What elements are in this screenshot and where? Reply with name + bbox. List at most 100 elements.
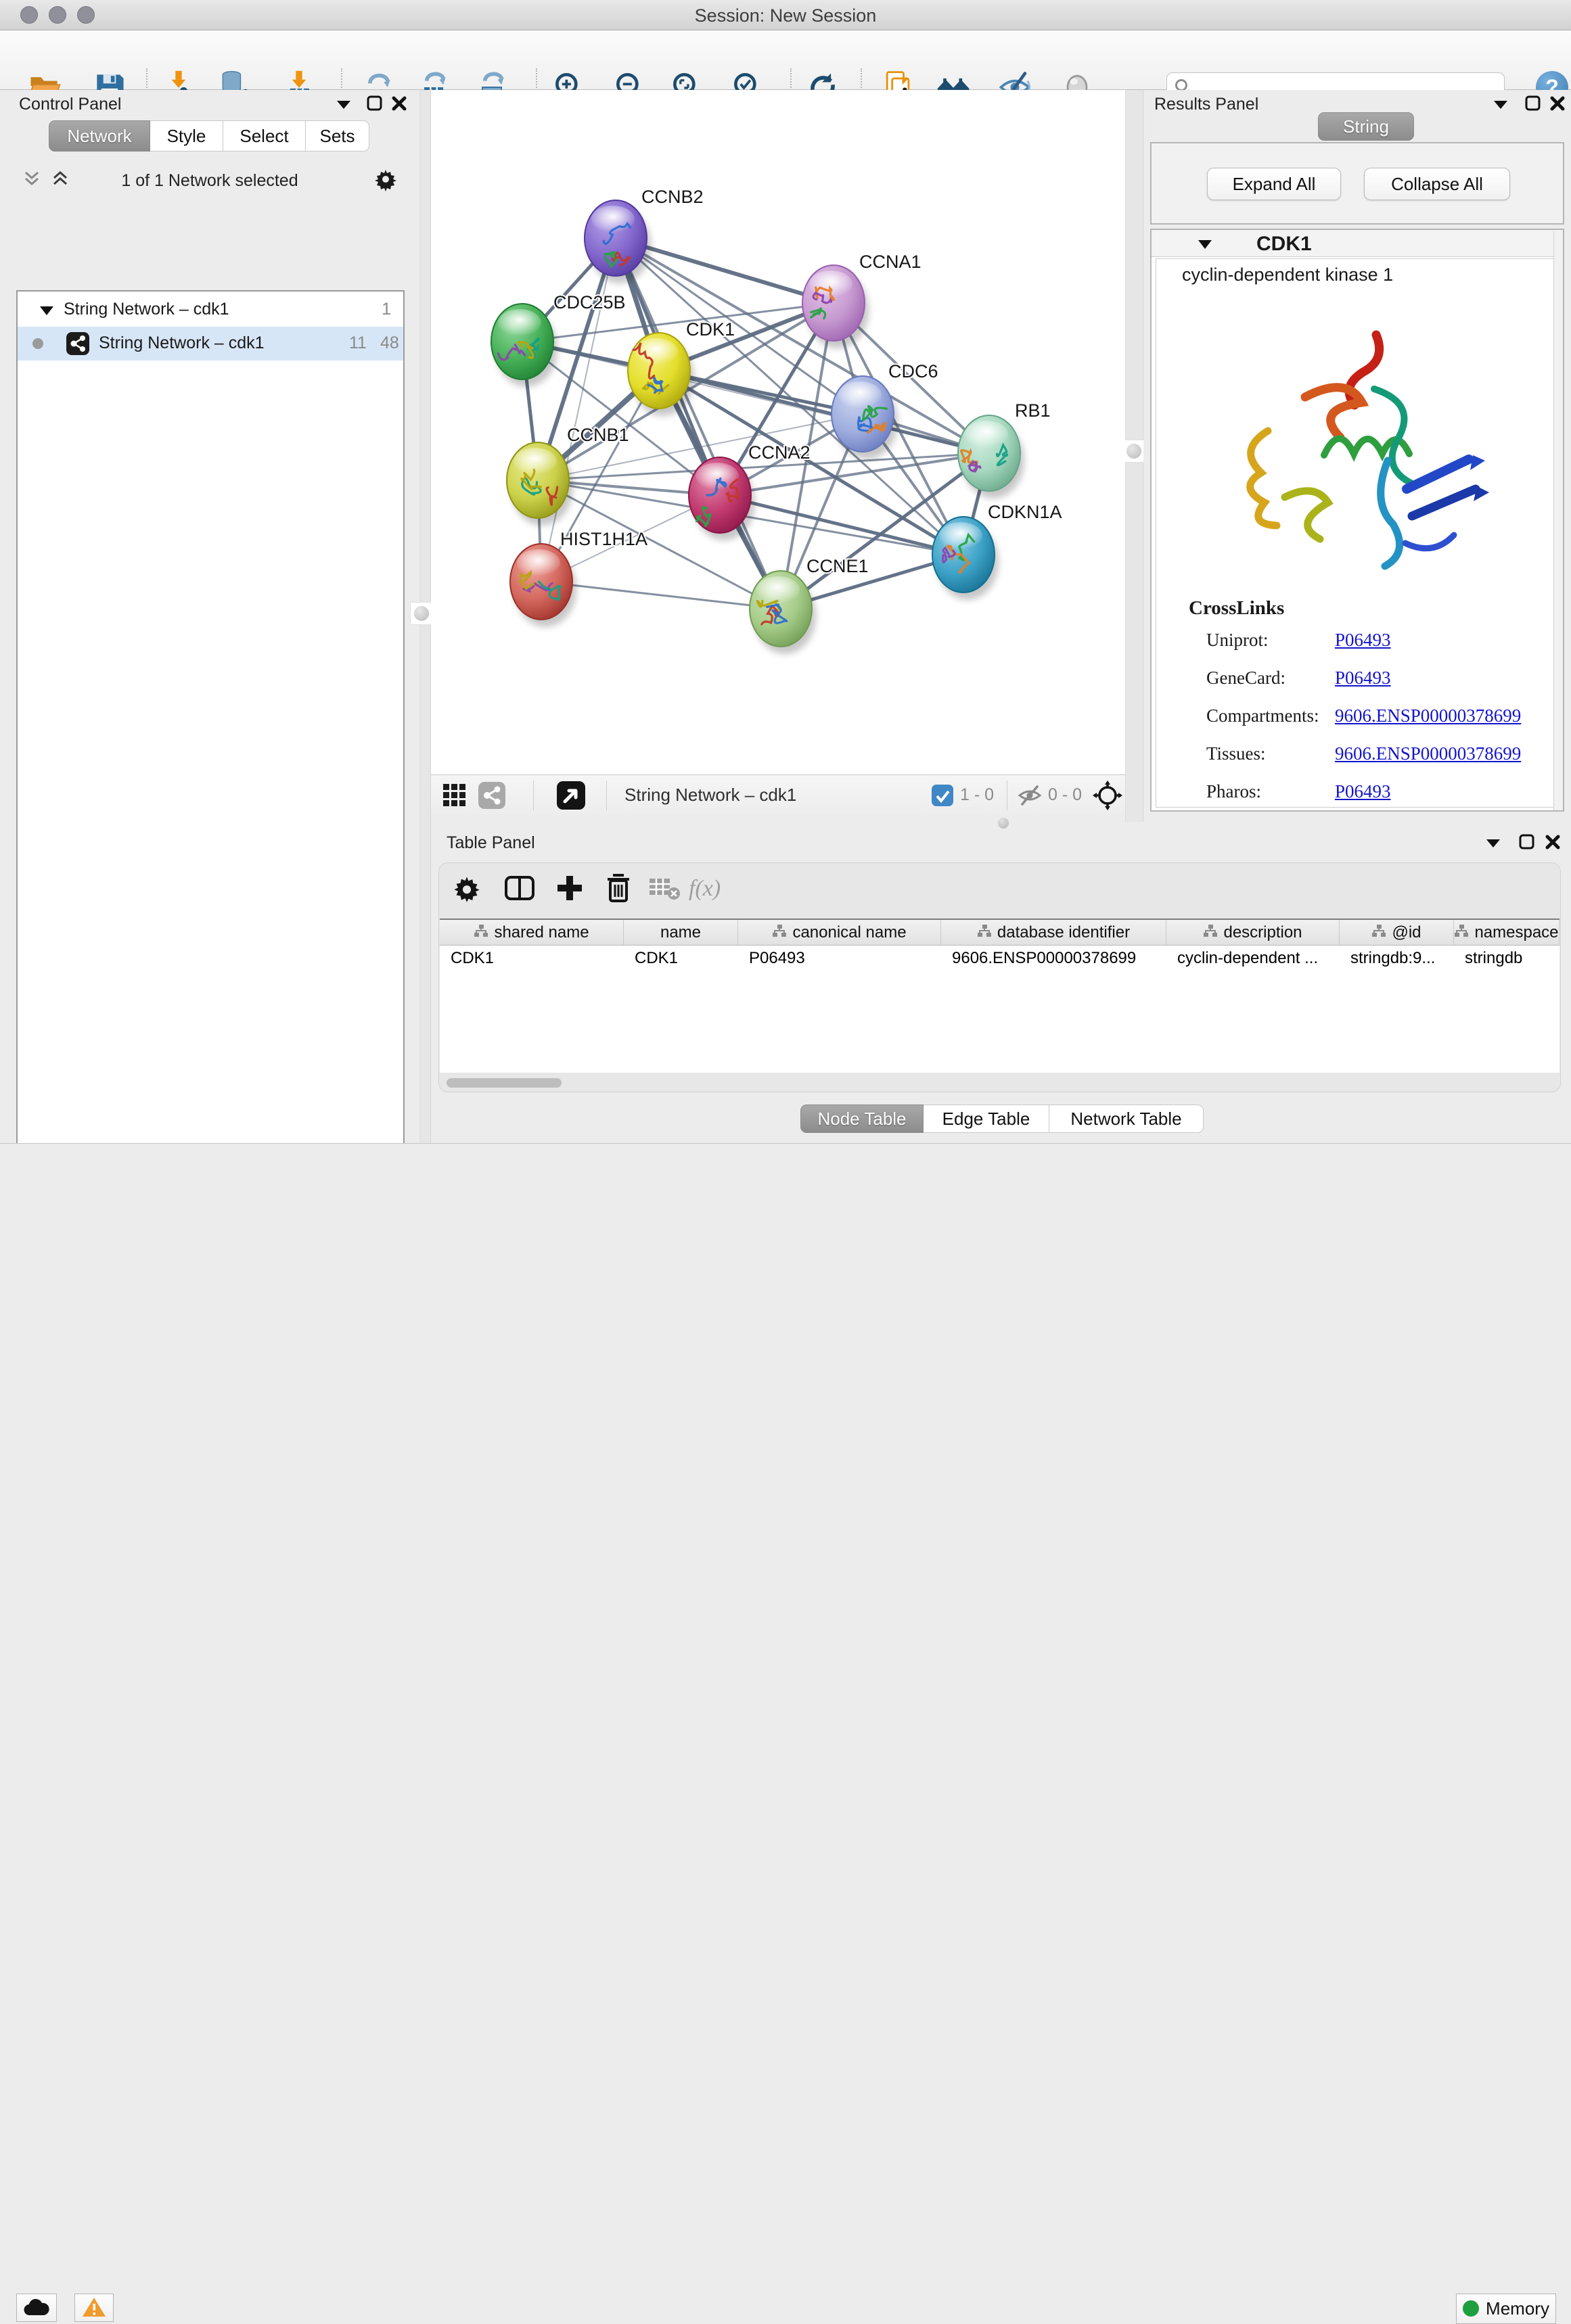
- node-label-CDK1: CDK1: [686, 319, 735, 340]
- control-panel-collapse-button[interactable]: [336, 98, 352, 112]
- column-header-canonical-name[interactable]: canonical name: [738, 920, 941, 945]
- column-type-icon: [1371, 923, 1386, 942]
- network-edge-CDK1-RB1[interactable]: [659, 371, 989, 453]
- network-edge-CCNB2-CCNE1[interactable]: [616, 238, 781, 609]
- cloud-icon: [23, 2308, 50, 2319]
- network-node-CCNB2[interactable]: [585, 200, 651, 283]
- crosslink-value-link[interactable]: P06493: [1335, 630, 1391, 651]
- network-node-CCNE1[interactable]: [750, 571, 816, 654]
- column-header-description[interactable]: description: [1166, 920, 1340, 945]
- table-delete-icon[interactable]: [601, 873, 636, 905]
- table-panel-float-button[interactable]: [1519, 834, 1535, 852]
- fit-crosshair-icon[interactable]: [1093, 781, 1122, 812]
- network-node-CDK1[interactable]: [628, 333, 694, 416]
- results-tab-string[interactable]: String: [1318, 112, 1414, 141]
- tab-select[interactable]: Select: [223, 120, 306, 152]
- network-canvas[interactable]: CCNB2CCNA1CDC25BCDK1CDC6RB1CCNB1CCNA2CDK…: [431, 90, 1125, 774]
- memory-button[interactable]: Memory: [1456, 2294, 1556, 2324]
- crosslink-row: Tissues:9606.ENSP00000378699: [1206, 743, 1545, 764]
- crosslink-value-link[interactable]: P06493: [1335, 781, 1391, 802]
- collapse-all-button[interactable]: Collapse All: [1364, 168, 1510, 200]
- horizontal-splitter-handle[interactable]: [998, 818, 1009, 829]
- network-node-CDC6[interactable]: [832, 376, 898, 459]
- crosslink-label: GeneCard:: [1206, 668, 1335, 689]
- table-cell: 9606.ENSP00000378699: [941, 946, 1166, 971]
- table-cell: CDK1: [624, 946, 738, 971]
- gene-name: CDK1: [1256, 233, 1312, 256]
- column-header-label: description: [1223, 923, 1302, 942]
- selected-checkbox-icon[interactable]: [932, 785, 953, 810]
- table-horizontal-scrollbar[interactable]: [447, 1078, 562, 1088]
- expand-all-networks-button[interactable]: [51, 170, 69, 189]
- results-panel-close-button[interactable]: [1549, 95, 1566, 114]
- crosslink-value-link[interactable]: 9606.ENSP00000378699: [1335, 743, 1521, 764]
- table-columns-icon[interactable]: [502, 873, 537, 905]
- memory-status-dot-icon: [1463, 2300, 1479, 2317]
- column-type-icon: [1203, 923, 1218, 942]
- table-panel-collapse-button[interactable]: [1485, 837, 1501, 851]
- crosslink-value-link[interactable]: P06493: [1335, 668, 1391, 689]
- collapse-all-networks-button[interactable]: [23, 170, 41, 189]
- network-view-toolbar: String Network – cdk1 1 - 0 0 - 0: [431, 774, 1125, 815]
- main-toolbar: ?: [0, 30, 1571, 90]
- network-node-CCNA2[interactable]: [689, 457, 755, 540]
- left-splitter-handle[interactable]: [410, 602, 433, 625]
- status-bar: Memory: [0, 1143, 1571, 1186]
- results-scrollbar[interactable]: [1553, 231, 1563, 810]
- network-node-count: 11: [349, 333, 367, 353]
- tab-style[interactable]: Style: [150, 120, 223, 152]
- warning-button[interactable]: [74, 2294, 114, 2322]
- column-header-namespace[interactable]: namespace: [1454, 920, 1559, 945]
- hidden-counter: 0 - 0: [1048, 785, 1082, 805]
- tab-sets[interactable]: Sets: [306, 120, 369, 152]
- results-panel-float-button[interactable]: [1525, 95, 1541, 114]
- crosslink-value-link[interactable]: 9606.ENSP00000378699: [1335, 705, 1521, 726]
- table-cell: stringdb: [1454, 946, 1559, 971]
- birdseye-view-icon[interactable]: [557, 781, 585, 812]
- network-row-selected[interactable]: String Network – cdk1 11 48: [18, 327, 403, 361]
- table-remove-table-icon[interactable]: [647, 873, 682, 905]
- cloud-button[interactable]: [16, 2294, 57, 2322]
- tab-network-table[interactable]: Network Table: [1049, 1105, 1204, 1133]
- column-header-database-identifier[interactable]: database identifier: [941, 920, 1166, 945]
- column-header-label: canonical name: [792, 923, 906, 942]
- table-add-icon[interactable]: [552, 873, 587, 905]
- collection-disclosure-icon: [39, 305, 54, 316]
- results-panel-collapse-button[interactable]: [1493, 98, 1509, 112]
- control-panel-float-button[interactable]: [367, 95, 383, 114]
- tab-network[interactable]: Network: [49, 120, 150, 152]
- column-type-icon: [1454, 923, 1469, 942]
- network-edge-HIST1H1A-CCNE1[interactable]: [541, 582, 781, 609]
- network-node-CDC25B[interactable]: [491, 304, 557, 387]
- node-label-CDC25B: CDC25B: [553, 292, 626, 312]
- tab-node-table[interactable]: Node Table: [800, 1105, 924, 1133]
- table-gear-icon[interactable]: [449, 873, 484, 905]
- grid-view-icon[interactable]: [443, 784, 466, 809]
- network-node-RB1[interactable]: [958, 415, 1024, 498]
- gene-section-header[interactable]: CDK1: [1152, 230, 1563, 257]
- node-table: shared namename canonical name database id…: [440, 919, 1559, 1073]
- column-header-name[interactable]: name: [624, 920, 738, 945]
- crosslink-label: Uniprot:: [1206, 630, 1335, 651]
- table-function-builder-icon[interactable]: f(x): [689, 873, 750, 905]
- table-cell: P06493: [738, 946, 941, 971]
- column-header--id[interactable]: @id: [1340, 920, 1454, 945]
- network-collection-row[interactable]: String Network – cdk1 1: [18, 293, 403, 327]
- network-graph[interactable]: CCNB2CCNA1CDC25BCDK1CDC6RB1CCNB1CCNA2CDK…: [431, 90, 1125, 774]
- table-row[interactable]: CDK1CDK1P064939606.ENSP00000378699cyclin…: [440, 946, 1559, 971]
- expand-all-button[interactable]: Expand All: [1207, 168, 1341, 200]
- network-node-HIST1H1A[interactable]: [510, 544, 576, 627]
- table-panel-close-button[interactable]: [1545, 834, 1561, 852]
- protein-structure-image: [1204, 316, 1495, 593]
- network-node-CDKN1A[interactable]: [932, 517, 999, 600]
- network-share-view-icon[interactable]: [478, 782, 505, 811]
- column-type-icon: [772, 923, 787, 942]
- control-panel-close-button[interactable]: [391, 95, 407, 114]
- network-options-gear-icon[interactable]: [372, 166, 399, 195]
- right-splitter-handle[interactable]: [1122, 440, 1145, 463]
- netbar-separator: [606, 781, 607, 810]
- column-header-shared-name[interactable]: shared name: [440, 920, 624, 945]
- tab-edge-table[interactable]: Edge Table: [924, 1105, 1049, 1133]
- hidden-eye-icon[interactable]: [1017, 785, 1043, 810]
- node-label-CDC6: CDC6: [888, 361, 938, 381]
